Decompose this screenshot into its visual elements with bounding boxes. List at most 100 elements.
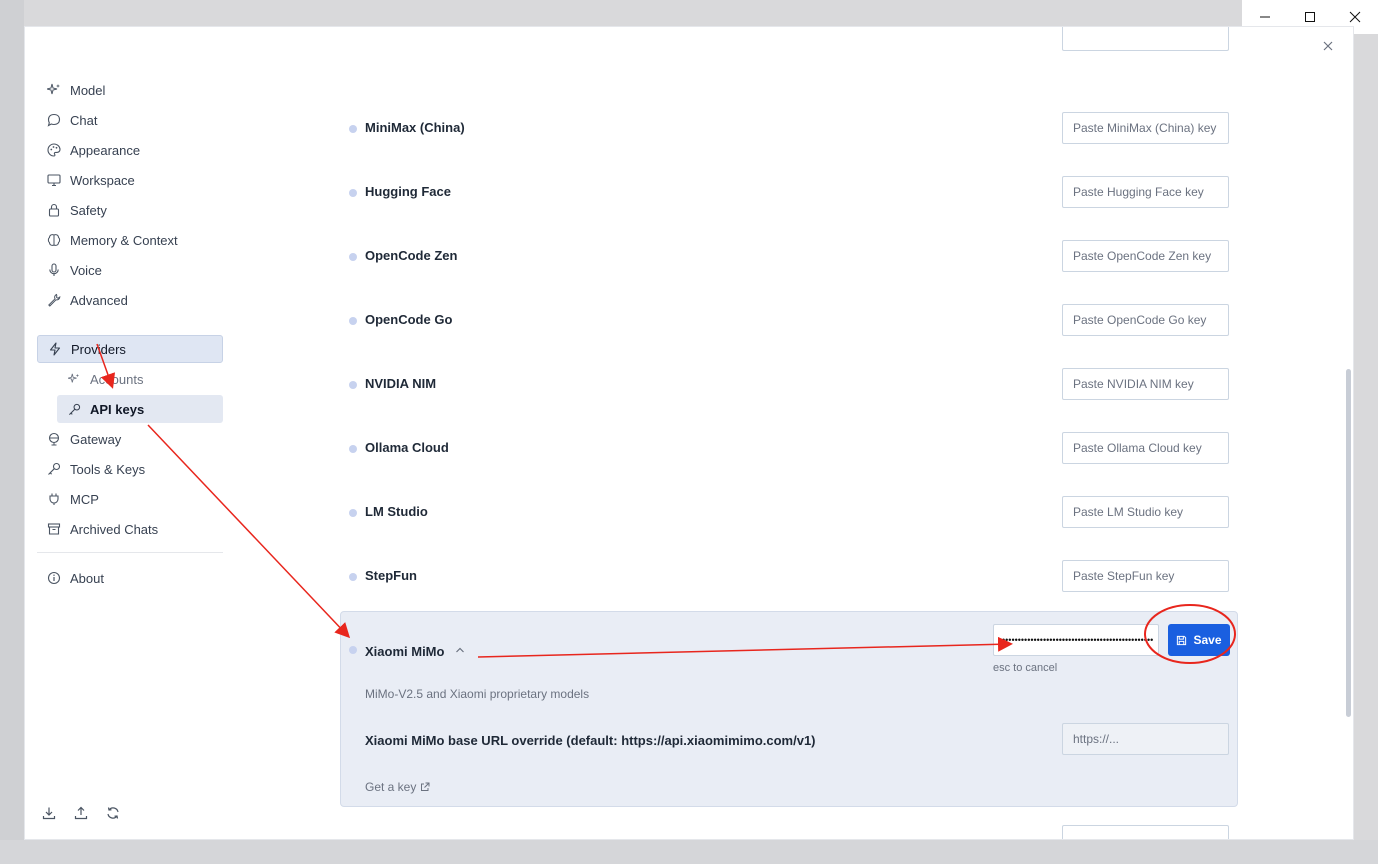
sidebar-item-label: API keys [90, 401, 145, 417]
sidebar-footer-actions [41, 805, 121, 821]
provider-name: OpenCode Zen [365, 248, 458, 263]
provider-row: Ollama Cloud Paste Ollama Cloud key [237, 432, 1237, 464]
provider-row-partial [237, 825, 1237, 839]
sidebar-item-label: Accounts [90, 371, 144, 387]
save-label: Save [1193, 633, 1222, 647]
provider-name: OpenCode Go [365, 312, 453, 327]
provider-name: StepFun [365, 568, 417, 583]
scrollbar-thumb[interactable] [1346, 369, 1351, 717]
api-key-input[interactable]: Paste StepFun key [1062, 560, 1229, 592]
provider-name: Ollama Cloud [365, 440, 449, 455]
sidebar-item-label: Chat [70, 112, 98, 128]
palette-icon [46, 142, 62, 158]
provider-description: MiMo-V2.5 and Xiaomi proprietary models [365, 687, 590, 701]
sidebar-item-label: Advanced [70, 292, 128, 308]
microphone-icon [46, 262, 62, 278]
provider-row: StepFun Paste StepFun key [237, 560, 1237, 592]
key-icon [66, 401, 82, 417]
provider-card-expanded: Xiaomi MiMo ••••••••••••••••••••••••••••… [340, 611, 1238, 807]
background-taskbar [0, 840, 1378, 864]
key-icon [46, 461, 62, 477]
lightning-icon [47, 341, 63, 357]
lock-icon [46, 202, 62, 218]
provider-name: Xiaomi MiMo [365, 644, 445, 659]
provider-row: OpenCode Go Paste OpenCode Go key [237, 304, 1237, 336]
sparkles-icon [46, 82, 62, 98]
sidebar-item-label: Appearance [70, 142, 141, 158]
chevron-up-icon[interactable] [455, 646, 465, 654]
sidebar-item-providers[interactable]: Providers [37, 335, 223, 363]
sidebar-item-memory-context[interactable]: Memory & Context [37, 226, 223, 254]
sidebar-item-about[interactable]: About [37, 564, 223, 592]
status-dot [349, 646, 357, 654]
sidebar-item-label: Memory & Context [70, 232, 178, 248]
status-dot [349, 445, 357, 453]
sidebar-item-label: Model [70, 82, 106, 98]
provider-name: LM Studio [365, 504, 428, 519]
globe-icon [46, 431, 62, 447]
sidebar-item-tools-keys[interactable]: Tools & Keys [37, 455, 223, 483]
sidebar-item-workspace[interactable]: Workspace [37, 166, 223, 194]
info-icon [46, 570, 62, 586]
status-dot [349, 509, 357, 517]
sidebar-item-label: Voice [70, 262, 102, 278]
api-keys-list: MiniMax (China) Paste MiniMax (China) ke… [237, 27, 1341, 839]
api-key-input[interactable] [1062, 825, 1229, 839]
api-key-input[interactable]: Paste NVIDIA NIM key [1062, 368, 1229, 400]
provider-row: OpenCode Zen Paste OpenCode Zen key [237, 240, 1237, 272]
status-dot [349, 573, 357, 581]
sidebar-item-advanced[interactable]: Advanced [37, 286, 223, 314]
sidebar-item-voice[interactable]: Voice [37, 256, 223, 284]
status-dot [349, 381, 357, 389]
status-dot [349, 317, 357, 325]
close-icon [1349, 11, 1360, 23]
sidebar-item-gateway[interactable]: Gateway [37, 425, 223, 453]
sidebar-item-label: Gateway [70, 431, 122, 447]
provider-row: NVIDIA NIM Paste NVIDIA NIM key [237, 368, 1237, 400]
sidebar-item-archived-chats[interactable]: Archived Chats [37, 515, 223, 543]
api-key-input[interactable]: Paste LM Studio key [1062, 496, 1229, 528]
api-key-input[interactable] [1062, 27, 1229, 51]
maximize-icon [1304, 12, 1315, 22]
api-key-input[interactable]: Paste OpenCode Zen key [1062, 240, 1229, 272]
base-url-label: Xiaomi MiMo base URL override (default: … [365, 733, 816, 748]
status-dot [349, 189, 357, 197]
sidebar-item-label: Providers [71, 341, 126, 357]
settings-sidebar: Model Chat Appearance Workspace Safety M… [25, 27, 237, 839]
api-key-input[interactable]: ••••••••••••••••••••••••••••••••••••••••… [993, 624, 1159, 656]
download-icon[interactable] [41, 805, 57, 821]
status-dot [349, 253, 357, 261]
refresh-icon[interactable] [105, 805, 121, 821]
api-key-input[interactable]: Paste Hugging Face key [1062, 176, 1229, 208]
provider-row: Hugging Face Paste Hugging Face key [237, 176, 1237, 208]
sidebar-item-label: Tools & Keys [70, 461, 146, 477]
cancel-hint: esc to cancel [993, 662, 1058, 674]
save-button[interactable]: Save [1168, 624, 1230, 656]
provider-row: LM Studio Paste LM Studio key [237, 496, 1237, 528]
status-dot [349, 125, 357, 133]
sidebar-item-chat[interactable]: Chat [37, 106, 223, 134]
sidebar-divider [37, 552, 223, 553]
sidebar-item-model[interactable]: Model [37, 76, 223, 104]
api-key-input[interactable]: Paste MiniMax (China) key [1062, 112, 1229, 144]
provider-row-partial [237, 27, 1237, 81]
plug-icon [46, 491, 62, 507]
monitor-icon [46, 172, 62, 188]
wrench-icon [46, 292, 62, 308]
sidebar-item-mcp[interactable]: MCP [37, 485, 223, 513]
get-key-link[interactable]: Get a key [365, 780, 430, 794]
brain-icon [46, 232, 62, 248]
sidebar-item-accounts[interactable]: Accounts [57, 365, 223, 393]
api-key-input[interactable]: Paste OpenCode Go key [1062, 304, 1229, 336]
settings-dialog: Model Chat Appearance Workspace Safety M… [24, 26, 1354, 840]
sidebar-item-safety[interactable]: Safety [37, 196, 223, 224]
archive-icon [46, 521, 62, 537]
sidebar-item-api-keys[interactable]: API keys [57, 395, 223, 423]
get-key-label: Get a key [365, 780, 417, 794]
api-key-input[interactable]: Paste Ollama Cloud key [1062, 432, 1229, 464]
upload-icon[interactable] [73, 805, 89, 821]
background-window [0, 0, 24, 864]
sidebar-item-appearance[interactable]: Appearance [37, 136, 223, 164]
base-url-input[interactable]: https://... [1062, 723, 1229, 755]
provider-name: Hugging Face [365, 184, 451, 199]
